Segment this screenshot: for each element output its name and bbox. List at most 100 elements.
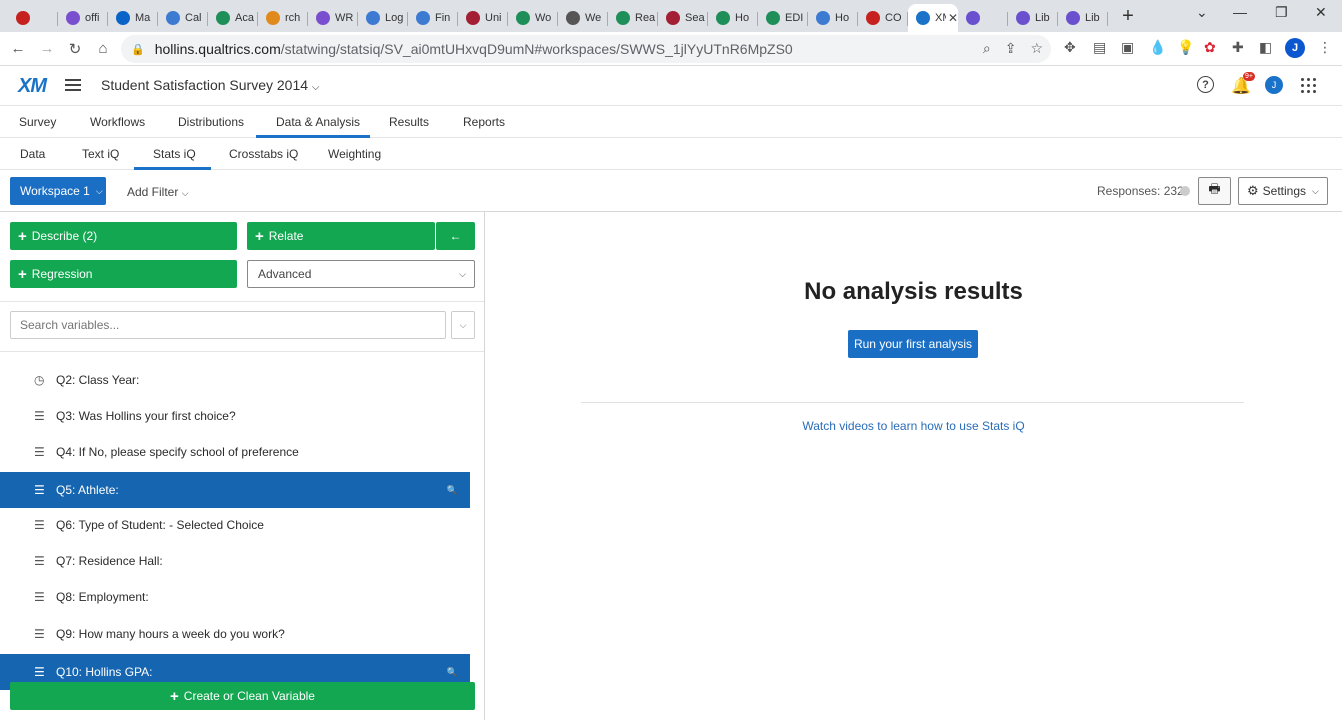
tab-favicon-icon — [516, 11, 530, 25]
zoom-icon[interactable]: ⌕ — [983, 40, 991, 57]
close-window-icon[interactable]: ✕ — [1315, 4, 1327, 21]
variable-row[interactable]: ☰ Q8: Employment: — [0, 579, 470, 615]
browser-tab[interactable]: Sea — [658, 4, 708, 32]
variable-row[interactable]: ☰ Q7: Residence Hall: — [0, 543, 470, 579]
extension-bulb-icon[interactable]: 💡 — [1177, 39, 1194, 56]
tab-workflows[interactable]: Workflows — [90, 115, 145, 129]
tab-title: Sea — [685, 12, 705, 24]
bookmark-star-icon[interactable]: ☆ — [1030, 40, 1043, 57]
browser-tab[interactable]: Lib — [1008, 4, 1058, 32]
variable-row[interactable]: ☰ Q9: How many hours a week do you work? — [0, 616, 470, 652]
browser-menu-icon[interactable]: ⋮ — [1318, 39, 1332, 56]
browser-tab[interactable]: Aca — [208, 4, 258, 32]
magnify-icon[interactable]: 🔍 — [447, 485, 458, 496]
tab-favicon-icon — [816, 11, 830, 25]
forward-icon[interactable]: → — [33, 40, 61, 57]
watch-videos-link[interactable]: Watch videos to learn how to use Stats i… — [485, 419, 1342, 433]
browser-tab[interactable] — [958, 4, 1008, 32]
extension-reader-icon[interactable]: ▣ — [1121, 39, 1134, 56]
subtab-weighting[interactable]: Weighting — [328, 147, 381, 161]
browser-tab[interactable]: Ho — [708, 4, 758, 32]
variable-row[interactable]: ☰ Q5: Athlete: 🔍 — [0, 472, 470, 508]
browser-tab[interactable] — [8, 4, 58, 32]
create-variable-button[interactable]: + Create or Clean Variable — [10, 682, 475, 710]
extension-color-icon[interactable]: ✿ — [1204, 39, 1216, 56]
variable-label: Q7: Residence Hall: — [56, 554, 163, 568]
subtab-stats-iq[interactable]: Stats iQ — [153, 147, 196, 161]
list-icon: ☰ — [34, 409, 45, 423]
side-panel-icon[interactable]: ◧ — [1259, 39, 1272, 56]
url-field[interactable]: 🔒 hollins.qualtrics.com/statwing/statsiq… — [121, 35, 1051, 63]
divider — [0, 301, 484, 302]
magnify-icon[interactable]: 🔍 — [447, 667, 458, 678]
tab-search-icon[interactable]: ⌄ — [1196, 4, 1208, 21]
url-host: hollins.qualtrics.com — [154, 41, 281, 57]
browser-tab[interactable]: offi — [58, 4, 108, 32]
tab-results[interactable]: Results — [389, 115, 429, 129]
extension-drop-icon[interactable]: 💧 — [1149, 39, 1166, 56]
subtab-text-iq[interactable]: Text iQ — [82, 147, 119, 161]
variable-row[interactable]: ☰ Q3: Was Hollins your first choice? — [0, 398, 470, 434]
add-filter-button[interactable]: Add Filter ⌵ — [127, 185, 189, 199]
browser-tab[interactable]: We — [558, 4, 608, 32]
minimize-icon[interactable]: — — [1233, 4, 1247, 20]
browser-tab[interactable]: Ho — [808, 4, 858, 32]
subtab-data[interactable]: Data — [20, 147, 45, 161]
apps-grid-icon[interactable] — [1301, 78, 1316, 93]
settings-dropdown[interactable]: ⚙ Settings ⌵ — [1238, 177, 1328, 205]
share-icon[interactable]: ⇪ — [1005, 40, 1017, 57]
browser-tab[interactable]: EDI — [758, 4, 808, 32]
tab-favicon-icon — [716, 11, 730, 25]
describe-button[interactable]: + Describe (2) — [10, 222, 237, 250]
variable-row[interactable]: ◷ Q2: Class Year: — [0, 362, 470, 398]
tab-title: rch — [285, 12, 301, 24]
variable-row[interactable]: ☰ Q4: If No, please specify school of pre… — [0, 434, 470, 470]
browser-tab[interactable]: Fin — [408, 4, 458, 32]
relate-button[interactable]: + Relate — [247, 222, 435, 250]
xm-logo[interactable]: XM — [18, 75, 47, 98]
browser-tab[interactable]: rch — [258, 4, 308, 32]
extension-doc-icon[interactable]: ▤ — [1093, 39, 1106, 56]
browser-profile-avatar[interactable]: J — [1285, 38, 1305, 58]
browser-tab[interactable]: Uni — [458, 4, 508, 32]
subtab-crosstabs-iq[interactable]: Crosstabs iQ — [229, 147, 298, 161]
home-icon[interactable]: ⌂ — [89, 40, 117, 57]
browser-tab[interactable]: CO — [858, 4, 908, 32]
close-tab-icon[interactable]: ✕ — [948, 11, 958, 25]
variable-label: Q6: Type of Student: - Selected Choice — [56, 518, 264, 532]
browser-tab[interactable]: Cal — [158, 4, 208, 32]
browser-tab[interactable]: Wo — [508, 4, 558, 32]
search-options-dropdown[interactable]: ⌵ — [451, 311, 475, 339]
extensions-puzzle-icon[interactable]: ✚ — [1232, 39, 1244, 56]
tab-data-analysis[interactable]: Data & Analysis — [276, 115, 360, 129]
tab-title: Rea — [635, 12, 656, 24]
back-icon[interactable]: ← — [4, 40, 32, 57]
search-variables-input[interactable] — [10, 311, 446, 339]
info-icon[interactable] — [1180, 186, 1190, 196]
browser-tab[interactable]: Log — [358, 4, 408, 32]
tab-distributions[interactable]: Distributions — [178, 115, 244, 129]
variable-row[interactable]: ☰ Q6: Type of Student: - Selected Choice — [0, 507, 470, 543]
restore-icon[interactable]: ❐ — [1275, 4, 1288, 21]
tab-survey[interactable]: Survey — [19, 115, 56, 129]
browser-tab[interactable]: WR — [308, 4, 358, 32]
advanced-dropdown[interactable]: Advanced ⌵ — [247, 260, 475, 288]
user-avatar[interactable]: J — [1265, 76, 1283, 94]
tab-favicon-icon — [166, 11, 180, 25]
regression-button[interactable]: + Regression — [10, 260, 237, 288]
tab-reports[interactable]: Reports — [463, 115, 505, 129]
new-tab-icon[interactable]: + — [1118, 5, 1138, 28]
hamburger-menu-icon[interactable] — [65, 79, 81, 91]
browser-tab[interactable]: Ma — [108, 4, 158, 32]
browser-tab[interactable]: XM✕ — [908, 4, 958, 32]
workspace-dropdown[interactable]: Workspace 1 ⌵ — [10, 177, 106, 205]
browser-tab[interactable]: Lib — [1058, 4, 1108, 32]
extension-move-icon[interactable]: ✥ — [1064, 39, 1076, 56]
run-first-analysis-button[interactable]: Run your first analysis — [848, 330, 978, 358]
browser-tab[interactable]: Rea — [608, 4, 658, 32]
project-title[interactable]: Student Satisfaction Survey 2014 ⌵ — [101, 77, 320, 93]
collapse-arrow-button[interactable]: ← — [436, 222, 475, 250]
reload-icon[interactable]: ↻ — [61, 40, 89, 58]
help-icon[interactable]: ? — [1197, 76, 1214, 93]
print-icon[interactable]: 🖶 — [1198, 177, 1231, 205]
